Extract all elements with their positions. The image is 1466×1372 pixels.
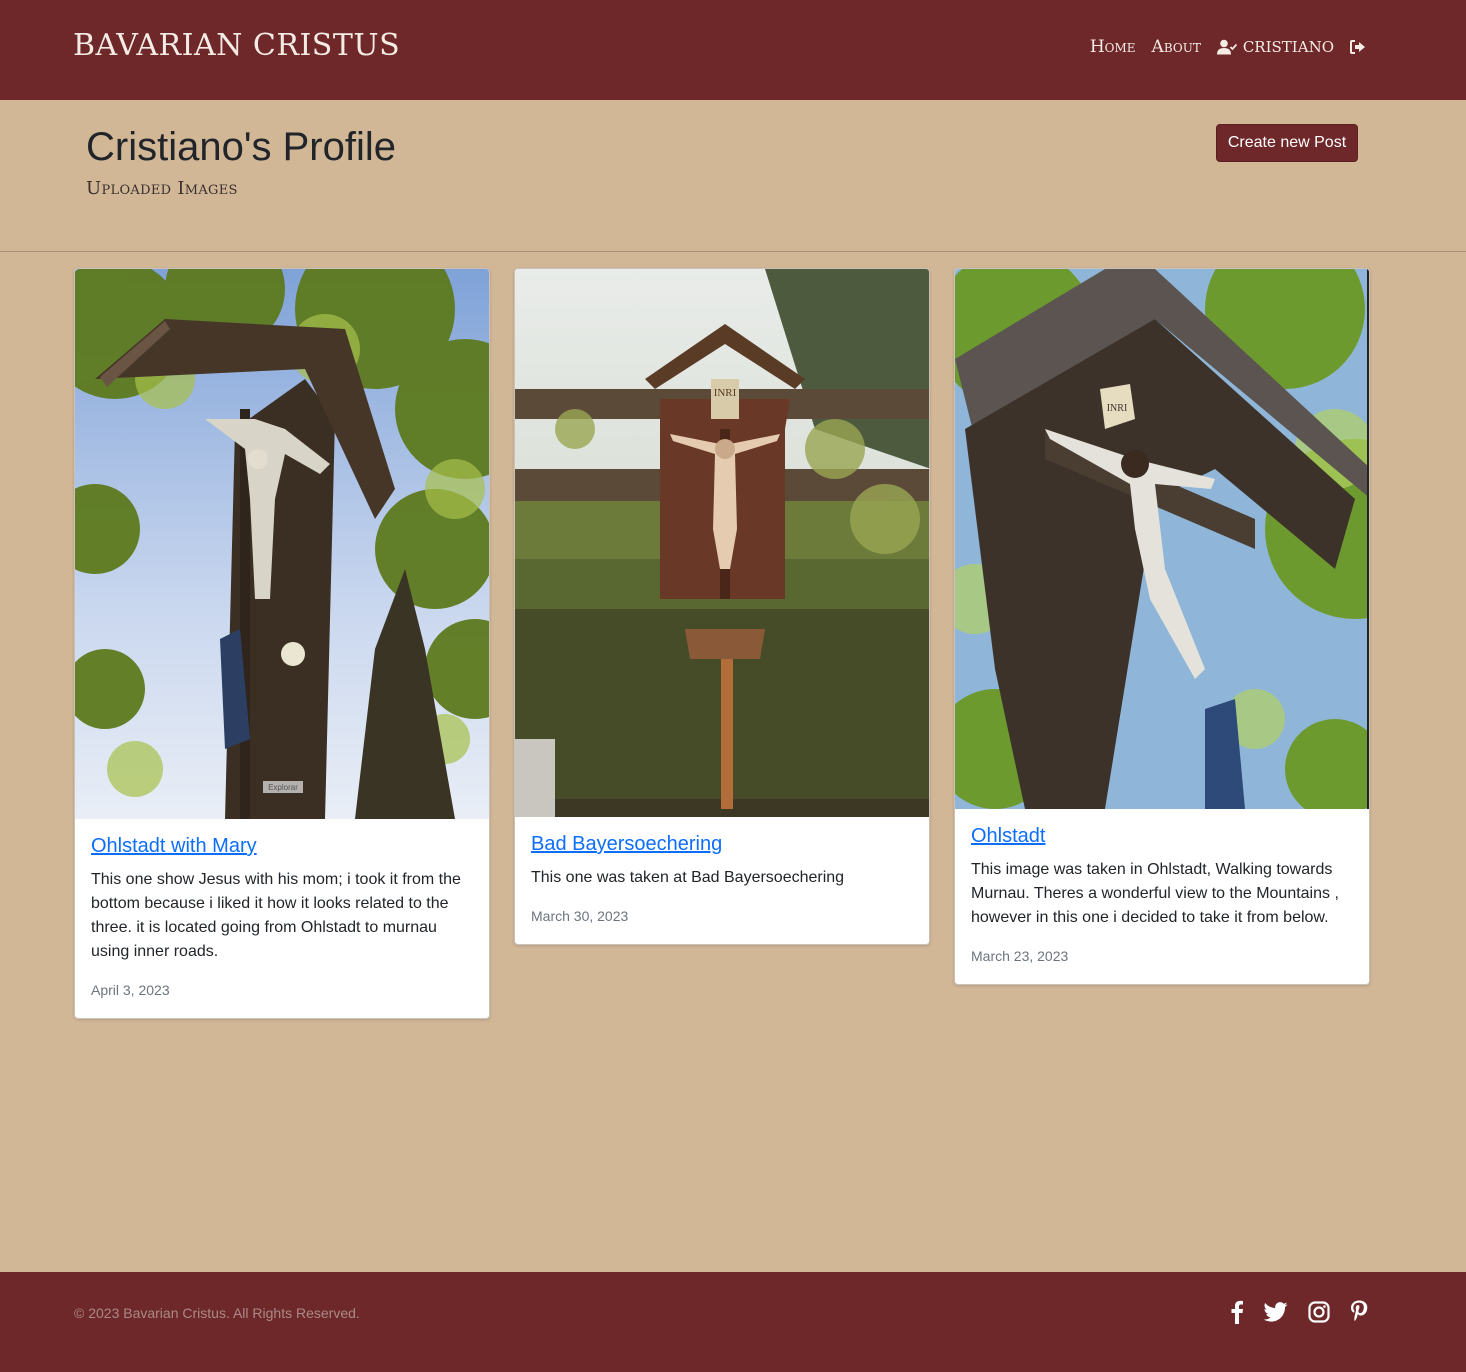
- instagram-icon[interactable]: [1308, 1301, 1330, 1328]
- nav-home-link[interactable]: Home: [1090, 37, 1136, 57]
- sign-out-icon: [1350, 40, 1365, 54]
- card-body: Ohlstadt with Mary This one show Jesus w…: [75, 819, 489, 1018]
- card-body: Ohlstadt This image was taken in Ohlstad…: [955, 809, 1369, 984]
- copyright-text: © 2023 Bavarian Cristus. All Rights Rese…: [74, 1305, 360, 1321]
- wayside-cross-photo: Explorar: [75, 269, 489, 819]
- pinterest-icon[interactable]: [1350, 1300, 1368, 1329]
- social-links: [1230, 1300, 1368, 1329]
- post-card: INRI Ohlstadt This image was taken in Oh…: [954, 268, 1370, 985]
- post-description: This one was taken at Bad Bayersoecherin…: [531, 869, 845, 886]
- post-date: March 30, 2023: [531, 908, 629, 924]
- post-description: This one show Jesus with his mom; i took…: [91, 871, 461, 960]
- logout-link[interactable]: [1350, 40, 1366, 54]
- page-footer: © 2023 Bavarian Cristus. All Rights Rese…: [0, 1272, 1466, 1372]
- wayside-cross-photo: INRI: [955, 269, 1369, 809]
- post-title-link[interactable]: Ohlstadt: [971, 825, 1045, 848]
- post-date: March 23, 2023: [971, 948, 1069, 964]
- post-image[interactable]: INRI: [515, 269, 929, 817]
- card-body: Bad Bayersoechering This one was taken a…: [515, 817, 929, 944]
- main-nav: Home About CRISTIANO: [1090, 37, 1366, 57]
- post-image[interactable]: Explorar: [75, 269, 489, 819]
- site-brand[interactable]: Bavarian Cristus: [73, 28, 400, 63]
- page-subtitle: Uploaded Images: [86, 178, 238, 199]
- user-check-icon: [1216, 39, 1237, 55]
- post-description: This image was taken in Ohlstadt, Walkin…: [971, 861, 1339, 926]
- post-image[interactable]: INRI: [955, 269, 1369, 809]
- profile-header: Cristiano's Profile Uploaded Images Crea…: [0, 100, 1466, 252]
- post-card: Explorar Ohlstadt with Mary This one sho…: [74, 268, 490, 1019]
- create-post-button[interactable]: Create new Post: [1216, 124, 1358, 162]
- post-date: April 3, 2023: [91, 982, 170, 998]
- wayside-cross-photo: INRI: [515, 269, 929, 817]
- top-navbar: Bavarian Cristus Home About CRISTIANO: [0, 0, 1466, 100]
- post-card: INRI Bad Bayersoechering This one was ta…: [514, 268, 930, 945]
- post-title-link[interactable]: Ohlstadt with Mary: [91, 835, 257, 858]
- page-title: Cristiano's Profile: [86, 125, 396, 169]
- twitter-icon[interactable]: [1263, 1302, 1288, 1327]
- nav-about-link[interactable]: About: [1152, 37, 1201, 57]
- facebook-icon[interactable]: [1230, 1300, 1244, 1329]
- image-overlay-text: INRI: [1107, 403, 1128, 414]
- image-overlay-text: Explorar: [268, 783, 298, 792]
- image-overlay-text: INRI: [714, 387, 737, 399]
- nav-user-link[interactable]: CRISTIANO: [1216, 38, 1334, 56]
- post-title-link[interactable]: Bad Bayersoechering: [531, 833, 722, 856]
- nav-user-name: CRISTIANO: [1242, 38, 1334, 56]
